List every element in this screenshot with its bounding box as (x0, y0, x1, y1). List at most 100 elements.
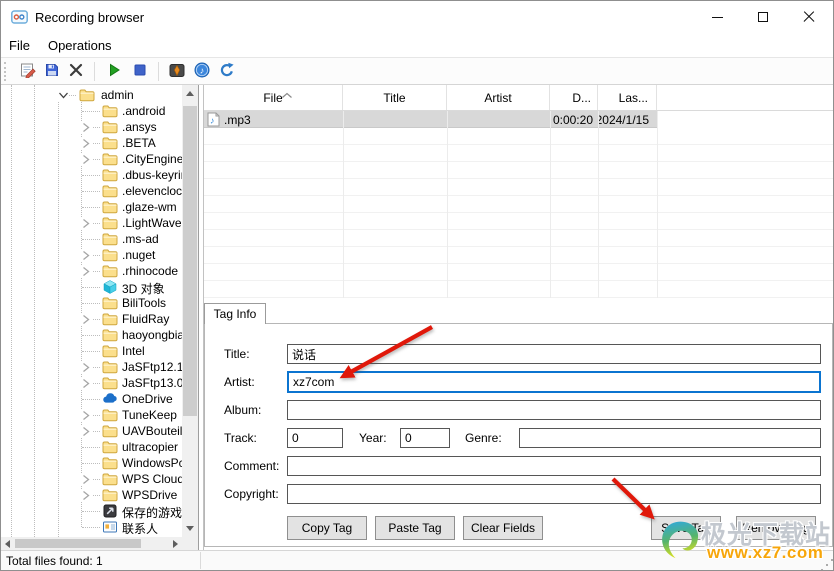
chevron-right-icon[interactable] (81, 378, 92, 389)
tree-item[interactable]: OneDrive (1, 391, 182, 407)
chevron-right-icon[interactable] (81, 426, 92, 437)
tree-item[interactable]: .BETA (1, 135, 182, 151)
tree-item[interactable]: .dbus-keyrin (1, 167, 182, 183)
title-bar[interactable]: Recording browser (1, 1, 833, 33)
tree-item[interactable]: 保存的游戏 (1, 503, 182, 519)
sort-ascending-icon (281, 86, 293, 98)
menu-operations[interactable]: Operations (48, 35, 122, 56)
svg-text:♪: ♪ (200, 65, 205, 75)
column-header-duration[interactable]: D... (550, 85, 598, 110)
tree-horizontal-scrollbar[interactable] (1, 537, 182, 550)
tree-vertical-scrollbar[interactable] (182, 85, 198, 537)
tree-item[interactable]: 3D 对象 (1, 279, 182, 295)
tree-item[interactable]: 联系人 (1, 519, 182, 535)
menu-file[interactable]: File (9, 35, 40, 56)
tree-item[interactable]: BiliTools (1, 295, 182, 311)
chevron-right-icon[interactable] (81, 362, 92, 373)
tree-item[interactable]: admin (1, 87, 182, 103)
grid-line (343, 111, 344, 298)
tree-item-label: WPS Cloud F (122, 472, 182, 486)
column-header-file[interactable]: File (204, 85, 343, 110)
chevron-right-icon[interactable] (81, 250, 92, 261)
normalize-button[interactable] (165, 60, 189, 83)
tree-item[interactable]: ultracopier (1, 439, 182, 455)
tree-item-label: .ansys (122, 120, 157, 134)
save-tag-button[interactable]: Save Tag (651, 516, 721, 540)
resize-grip[interactable] (826, 564, 828, 566)
tree-item-label: .BETA (122, 136, 156, 150)
file-row[interactable]: ♪ .mp3 0:00:20 2024/1/15 (204, 111, 657, 128)
column-header-title[interactable]: Title (343, 85, 447, 110)
clear-fields-button[interactable]: Clear Fields (463, 516, 543, 540)
minimize-button[interactable] (694, 1, 740, 33)
tree-item[interactable]: TuneKeep (1, 407, 182, 423)
year-field[interactable] (400, 428, 450, 448)
edit-tag-button[interactable] (16, 60, 40, 83)
saved-games-icon (102, 503, 118, 519)
file-row-empty (204, 145, 833, 162)
tree-item[interactable]: WPS Cloud F (1, 471, 182, 487)
chevron-right-icon[interactable] (81, 122, 92, 133)
scroll-down-button[interactable] (182, 520, 198, 537)
tree-item[interactable]: .ansys (1, 119, 182, 135)
tree-item[interactable]: .ms-ad (1, 231, 182, 247)
chevron-right-icon[interactable] (81, 266, 92, 277)
music-player-button[interactable]: ♪ (190, 60, 214, 83)
tree-item[interactable]: .android (1, 103, 182, 119)
scrollbar-thumb[interactable] (183, 106, 197, 416)
artist-cell (447, 111, 550, 128)
tree-item[interactable]: .nuget (1, 247, 182, 263)
chevron-right-icon[interactable] (81, 314, 92, 325)
scroll-left-button[interactable] (1, 537, 14, 550)
track-field[interactable] (287, 428, 343, 448)
artist-field[interactable] (287, 371, 821, 393)
year-label: Year: (359, 431, 387, 445)
tree-item[interactable]: WindowsPcM (1, 455, 182, 471)
close-button[interactable] (786, 1, 832, 33)
chevron-right-icon[interactable] (81, 490, 92, 501)
maximize-button[interactable] (740, 1, 786, 33)
album-field[interactable] (287, 400, 821, 420)
toolbar-grip[interactable] (4, 62, 6, 81)
title-field[interactable] (287, 344, 821, 364)
tree-item[interactable]: JaSFtp12.13 (1, 359, 182, 375)
scrollbar-thumb[interactable] (15, 539, 141, 548)
tree-item[interactable]: WPSDrive (1, 487, 182, 503)
tree-item[interactable]: .rhinocode (1, 263, 182, 279)
comment-field[interactable] (287, 456, 821, 476)
paste-tag-button[interactable]: Paste Tag (375, 516, 455, 540)
chevron-right-icon[interactable] (81, 410, 92, 421)
chevron-down-icon[interactable] (58, 90, 69, 101)
tree-item[interactable]: .glaze-wm (1, 199, 182, 215)
chevron-right-icon[interactable] (81, 138, 92, 149)
folder-icon (102, 439, 118, 455)
column-header-artist[interactable]: Artist (447, 85, 550, 110)
tree-item[interactable]: UAVBouteille (1, 423, 182, 439)
tree-item[interactable]: .elevenclock (1, 183, 182, 199)
tree-item[interactable]: .CityEngine (1, 151, 182, 167)
stop-button[interactable] (128, 60, 152, 83)
copy-tag-button[interactable]: Copy Tag (287, 516, 367, 540)
tab-tag-info[interactable]: Tag Info (204, 303, 266, 324)
play-button[interactable] (102, 60, 126, 83)
genre-field[interactable] (519, 428, 821, 448)
chevron-right-icon[interactable] (81, 474, 92, 485)
folder-icon (102, 167, 118, 183)
refresh-button[interactable] (215, 60, 239, 83)
scroll-up-button[interactable] (182, 85, 198, 102)
tree-item-label: OneDrive (122, 392, 173, 406)
remove-tag-button[interactable]: Remove Tag (736, 516, 816, 540)
column-header-last-modified[interactable]: Las... (598, 85, 657, 110)
file-row-empty (204, 162, 833, 179)
chevron-right-icon[interactable] (81, 218, 92, 229)
tree-item[interactable]: JaSFtp13.07 (1, 375, 182, 391)
chevron-right-icon[interactable] (81, 154, 92, 165)
scroll-right-button[interactable] (169, 537, 182, 550)
copyright-field[interactable] (287, 484, 821, 504)
tree-item[interactable]: .LightWaveD (1, 215, 182, 231)
delete-button[interactable] (64, 60, 88, 83)
tree-item[interactable]: FluidRay (1, 311, 182, 327)
tree-item[interactable]: haoyongbian (1, 327, 182, 343)
save-button[interactable] (40, 60, 64, 83)
tree-item[interactable]: Intel (1, 343, 182, 359)
